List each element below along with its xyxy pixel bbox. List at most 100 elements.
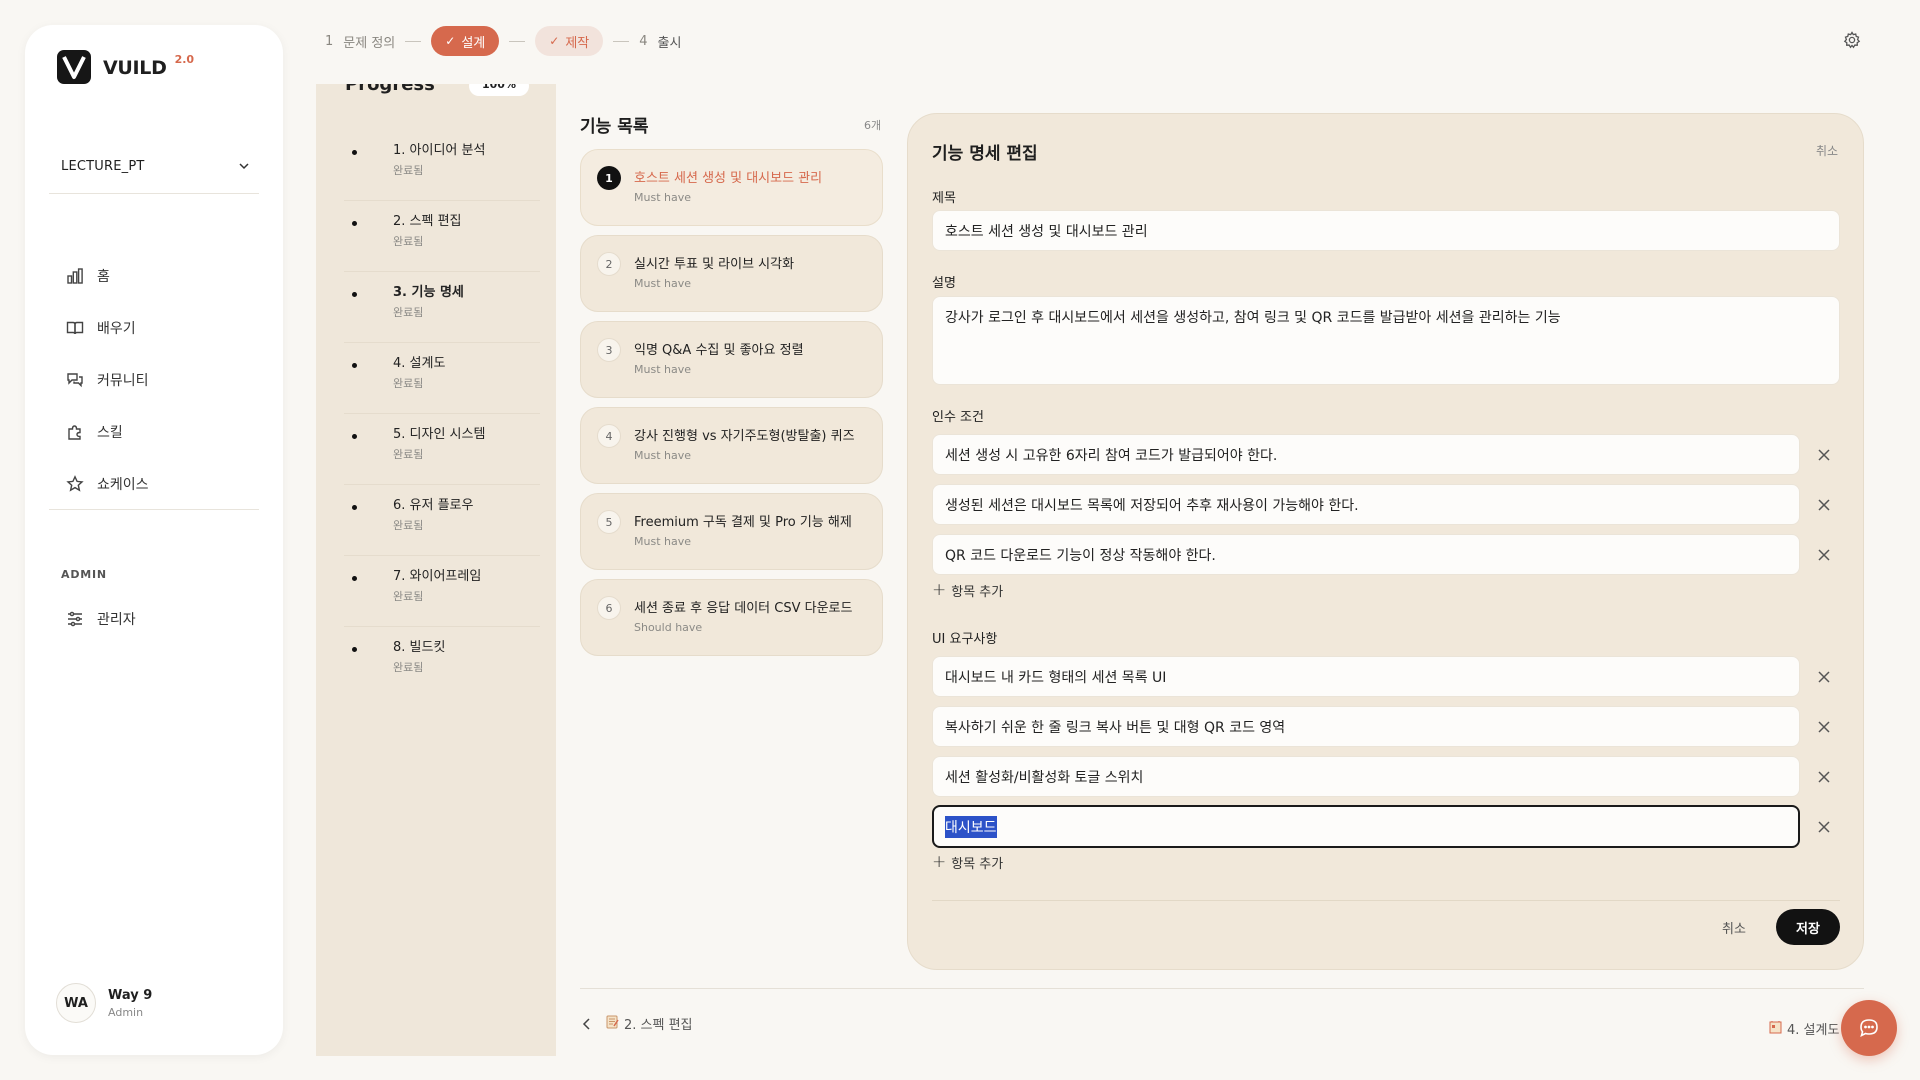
feature-card[interactable]: 6 세션 종료 후 응답 데이터 CSV 다운로드 Should have <box>580 579 883 656</box>
progress-item[interactable]: 1. 아이디어 분석 완료됨 <box>344 130 540 201</box>
feature-number: 4 <box>597 424 621 448</box>
title-input[interactable]: 호스트 세션 생성 및 대시보드 관리 <box>932 210 1840 251</box>
nav-label: 쇼케이스 <box>97 477 149 493</box>
acceptance-input[interactable]: QR 코드 다운로드 기능이 정상 작동해야 한다. <box>932 534 1800 575</box>
step-number: 4 <box>639 33 648 49</box>
bullet-icon <box>352 576 357 581</box>
progress-item-status: 완료됨 <box>393 235 424 248</box>
next-step-link[interactable]: 4. 설계도 <box>1769 1019 1839 1038</box>
acceptance-input[interactable]: 생성된 세션은 대시보드 목록에 저장되어 추후 재사용이 가능해야 한다. <box>932 484 1800 525</box>
bullet-icon <box>352 434 357 439</box>
nav-item-skills[interactable]: 스킬 <box>65 406 149 458</box>
step-problem-definition[interactable]: 문제 정의 <box>343 32 395 51</box>
feature-title: 실시간 투표 및 라이브 시각화 <box>634 257 795 272</box>
progress-item-status: 완료됨 <box>393 164 424 177</box>
step-connector <box>405 40 422 42</box>
add-acceptance-button[interactable]: + 항목 추가 <box>932 580 1003 600</box>
feature-number: 6 <box>597 596 621 620</box>
chat-icon[interactable] <box>1841 1000 1897 1056</box>
feature-priority: Must have <box>634 277 691 290</box>
progress-item-label: 3. 기능 명세 <box>393 285 464 300</box>
sliders-icon <box>65 609 85 629</box>
progress-item[interactable]: 2. 스펙 편집 완료됨 <box>344 201 540 272</box>
bullet-icon <box>352 363 357 368</box>
bullet-icon <box>352 221 357 226</box>
nav-item-learn[interactable]: 배우기 <box>65 302 149 354</box>
gear-icon[interactable] <box>1843 31 1861 53</box>
save-button[interactable]: 저장 <box>1776 909 1840 945</box>
feature-count: 6개 <box>864 119 882 132</box>
prev-step-link[interactable]: 2. 스펙 편집 <box>580 1014 693 1033</box>
close-icon[interactable] <box>1814 817 1834 837</box>
close-icon[interactable] <box>1814 545 1834 565</box>
step-build[interactable]: ✓ 제작 <box>535 26 604 56</box>
progress-item-status: 완료됨 <box>393 519 424 532</box>
chat-bubbles-icon <box>65 370 85 390</box>
add-ui-requirement-button[interactable]: + 항목 추가 <box>932 852 1003 872</box>
feature-number: 2 <box>597 252 621 276</box>
feature-card[interactable]: 2 실시간 투표 및 라이브 시각화 Must have <box>580 235 883 312</box>
close-icon[interactable] <box>1814 495 1834 515</box>
brand-logo[interactable]: VUILD 2.0 <box>57 50 194 84</box>
feature-priority: Should have <box>634 621 703 634</box>
feature-number: 3 <box>597 338 621 362</box>
description-textarea[interactable]: 강사가 로그인 후 대시보드에서 세션을 생성하고, 참여 링크 및 QR 코드… <box>932 296 1840 385</box>
logo-icon <box>57 50 91 84</box>
user-profile[interactable]: WA Way 9 Admin <box>56 983 152 1023</box>
title-label: 제목 <box>932 191 956 206</box>
chevron-down-icon <box>239 163 249 170</box>
acceptance-input[interactable]: 세션 생성 시 고유한 6자리 참여 코드가 발급되어야 한다. <box>932 434 1800 475</box>
bullet-icon <box>352 150 357 155</box>
cancel-link[interactable]: 취소 <box>1816 142 1838 159</box>
progress-item[interactable]: 8. 빌드킷 완료됨 <box>344 627 540 698</box>
progress-list: 1. 아이디어 분석 완료됨 2. 스펙 편집 완료됨 3. 기능 명세 완료됨 4.… <box>344 130 540 698</box>
ui-requirement-input[interactable]: 대시보드 내 카드 형태의 세션 목록 UI <box>932 656 1800 697</box>
nav-item-home[interactable]: 홈 <box>65 250 149 302</box>
step-launch[interactable]: 출시 <box>658 32 682 51</box>
progress-item-status: 완료됨 <box>393 377 424 390</box>
progress-item[interactable]: 5. 디자인 시스템 완료됨 <box>344 414 540 485</box>
close-icon[interactable] <box>1814 717 1834 737</box>
progress-item[interactable]: 7. 와이어프레임 완료됨 <box>344 556 540 627</box>
ui-requirement-input[interactable]: 세션 활성화/비활성화 토글 스위치 <box>932 756 1800 797</box>
nav-item-community[interactable]: 커뮤니티 <box>65 354 149 406</box>
progress-item-current[interactable]: 3. 기능 명세완료됨 <box>344 272 540 343</box>
feature-priority: Must have <box>634 363 691 376</box>
nav-item-showcase[interactable]: 쇼케이스 <box>65 458 149 510</box>
plus-icon: + <box>932 580 947 600</box>
nav-item-admin[interactable]: 관리자 <box>65 593 136 645</box>
feature-priority: Must have <box>634 449 691 462</box>
step-design[interactable]: ✓ 설계 <box>431 26 500 56</box>
brand-version: 2.0 <box>174 53 195 66</box>
project-selector[interactable]: LECTURE_PT <box>61 148 251 184</box>
close-icon[interactable] <box>1814 667 1834 687</box>
bullet-icon <box>352 292 357 297</box>
progress-panel: Progress 100% 1. 아이디어 분석 완료됨 2. 스펙 편집 완료됨 … <box>316 84 556 1056</box>
step-connector <box>509 40 526 42</box>
feature-card[interactable]: 4 강사 진행형 vs 자기주도형(방탈출) 퀴즈 Must have <box>580 407 883 484</box>
chart-icon <box>65 266 85 286</box>
feature-card[interactable]: 5 Freemium 구독 결제 및 Pro 기능 해제 Must have <box>580 493 883 570</box>
feature-card[interactable]: 3 익명 Q&A 수집 및 좋아요 정렬 Must have <box>580 321 883 398</box>
ui-requirement-input[interactable]: 복사하기 쉬운 한 줄 링크 복사 버튼 및 대형 QR 코드 영역 <box>932 706 1800 747</box>
avatar: WA <box>56 983 96 1023</box>
ui-requirement-input-active[interactable]: 대시보드 <box>932 805 1800 848</box>
description-label: 설명 <box>932 276 956 291</box>
close-icon[interactable] <box>1814 767 1834 787</box>
step-connector <box>613 40 630 42</box>
progress-item[interactable]: 4. 설계도 완료됨 <box>344 343 540 414</box>
step-label: 설계 <box>461 35 486 51</box>
progress-item-label: 6. 유저 플로우 <box>393 498 474 513</box>
feature-number: 1 <box>597 166 621 190</box>
nav-label: 관리자 <box>97 612 136 628</box>
puzzle-icon <box>65 422 85 442</box>
plus-icon: + <box>932 852 947 872</box>
progress-item-status: 완료됨 <box>393 306 424 319</box>
progress-item[interactable]: 6. 유저 플로우완료됨 <box>344 485 540 556</box>
cancel-button[interactable]: 취소 <box>1722 918 1746 937</box>
feature-card-selected[interactable]: 1 호스트 세션 생성 및 대시보드 관리 Must have <box>580 149 883 226</box>
memo-icon <box>606 1015 619 1033</box>
bullet-icon <box>352 647 357 652</box>
close-icon[interactable] <box>1814 445 1834 465</box>
divider <box>49 193 259 194</box>
